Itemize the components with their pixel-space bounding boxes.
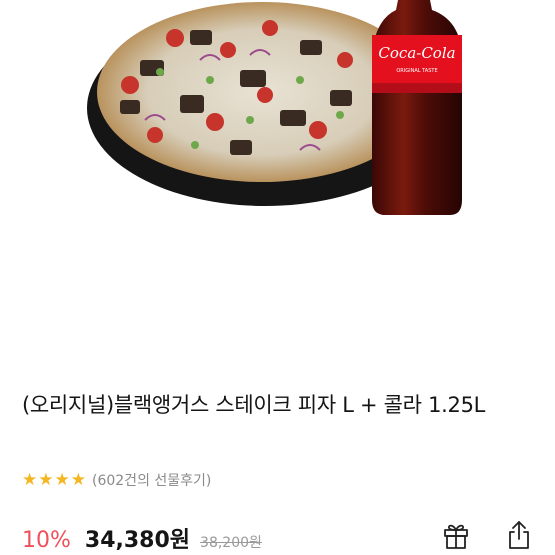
star-icon: ★ xyxy=(38,469,54,490)
product-image: Coca-Cola ORIGINAL TASTE xyxy=(0,0,555,365)
original-price: 38,200원 xyxy=(200,535,262,551)
gift-button[interactable] xyxy=(441,520,471,550)
discount-rate: 10% xyxy=(22,528,71,553)
cola-logo-text: Coca-Cola xyxy=(378,44,455,62)
cola-bottle-image: Coca-Cola ORIGINAL TASTE xyxy=(372,0,462,215)
price-row: 10% 34,380원 38,200원 xyxy=(22,522,262,553)
sale-price: 34,380원 xyxy=(84,528,191,553)
svg-text:ORIGINAL TASTE: ORIGINAL TASTE xyxy=(396,68,437,74)
star-icon: ★ xyxy=(54,469,70,490)
product-title: (오리지널)블랙앵거스 스테이크 피자 L + 콜라 1.25L xyxy=(22,393,486,417)
gift-icon xyxy=(444,524,468,549)
rating-row: ★ ★ ★ ★ (602건의 선물후기) xyxy=(22,469,211,491)
share-icon xyxy=(509,521,529,549)
share-button[interactable] xyxy=(504,519,534,551)
review-count-link[interactable]: (602건의 선물후기) xyxy=(92,470,211,490)
star-icon: ★ xyxy=(22,469,38,490)
star-icon: ★ xyxy=(70,469,86,490)
star-rating: ★ ★ ★ ★ xyxy=(22,469,87,490)
